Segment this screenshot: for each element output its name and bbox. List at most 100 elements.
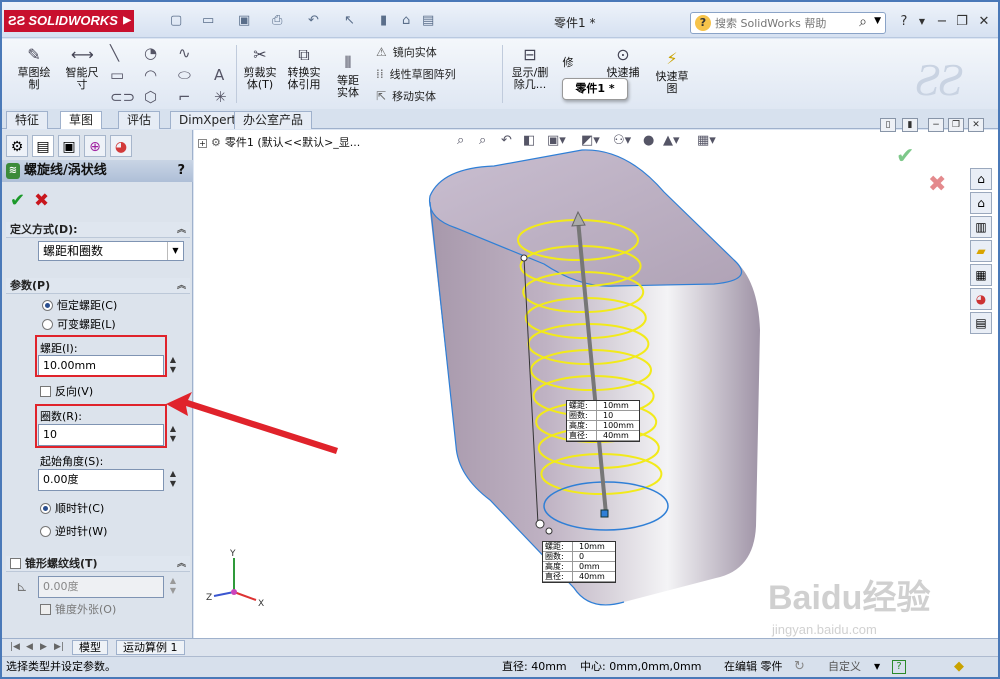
spline-icon[interactable]: ∿: [178, 45, 191, 61]
status-custom[interactable]: 自定义: [828, 657, 861, 677]
print-icon[interactable]: ⎙: [272, 12, 282, 30]
checkbox-icon[interactable]: [10, 558, 21, 569]
collapse-icon: ︽: [176, 559, 186, 569]
reverse-checkbox[interactable]: 反向(V): [40, 385, 93, 399]
tab-sketch[interactable]: 草图: [60, 111, 103, 129]
dimxpert-manager-icon[interactable]: ⊕: [84, 135, 106, 157]
open-folder-icon[interactable]: ▭: [202, 12, 214, 30]
svg-text:ƧƧ: ƧƧ: [916, 54, 963, 105]
sketch-button[interactable]: ✎ 草图绘制: [12, 45, 56, 91]
undo-icon[interactable]: ↶: [308, 12, 319, 30]
callout-label: 直径:: [543, 572, 573, 581]
rebuild-status-icon[interactable]: ↻: [794, 657, 805, 677]
define-by-select[interactable]: 螺距和圈数 ▼: [38, 241, 184, 261]
first-tab-icon[interactable]: |◀: [10, 641, 20, 653]
taper-helix-section-header[interactable]: 锥形螺纹线(T) ︽: [6, 556, 190, 572]
circle-icon[interactable]: ◔: [144, 45, 157, 61]
next-tab-icon[interactable]: ▶: [40, 641, 47, 653]
parameters-section-header[interactable]: 参数(P) ︽: [6, 278, 190, 294]
mirror-icon: ⚠: [376, 45, 387, 59]
minimize-icon[interactable]: −: [932, 12, 952, 32]
graphics-area[interactable]: + ⚙ 零件1 (默认<<默认>_显... ⌕ ⌕ ↶ ◧ ▣▾ ◩▾ ⚇▾ ● ▲…: [194, 118, 998, 638]
feature-manager-icon[interactable]: ⚙: [6, 135, 28, 157]
ellipse-icon[interactable]: ⬭: [178, 67, 191, 83]
coordinate-triad: Y X Z: [206, 549, 264, 609]
chevron-down-icon: ▼: [167, 242, 183, 260]
solidworks-logo[interactable]: ƧƧ SOLIDWORKS ▶: [4, 10, 134, 32]
property-manager: ⚙ ▤ ▣ ⊕ ◕ ≋ 螺旋线/涡状线 ? ✔ ✖ 定义方式(D): ︽ 螺距和圈…: [2, 130, 193, 638]
linear-pattern-button[interactable]: ⁞⁞ 线性草图阵列: [376, 67, 456, 82]
ds-logo-icon: ƧƧ: [8, 13, 26, 28]
configuration-manager-icon[interactable]: ▣: [58, 135, 80, 157]
tab-motion-study[interactable]: 运动算例 1: [116, 640, 185, 655]
counterclockwise-radio[interactable]: 逆时针(W): [40, 525, 107, 539]
status-center: 中心: 0mm,0mm,0mm: [580, 660, 702, 673]
last-tab-icon[interactable]: ▶|: [54, 641, 64, 653]
define-by-section-header[interactable]: 定义方式(D): ︽: [6, 222, 190, 238]
move-icon: ⇱: [376, 89, 387, 103]
point-icon[interactable]: ✳: [214, 89, 227, 105]
tab-model[interactable]: 模型: [72, 640, 108, 655]
line-icon[interactable]: ╲: [110, 45, 119, 61]
tab-evaluate[interactable]: 评估: [118, 111, 161, 129]
callout-label: 螺距:: [543, 542, 573, 551]
help-status-icon[interactable]: ?: [892, 660, 906, 674]
sketch-icon: ✎: [27, 45, 41, 64]
repair-sketch-button[interactable]: 修: [558, 57, 578, 69]
chevron-down-icon[interactable]: ▼: [874, 657, 880, 677]
polygon-icon[interactable]: ⬡: [144, 89, 157, 105]
tab-features[interactable]: 特征: [6, 111, 49, 129]
close-icon[interactable]: ✕: [974, 12, 994, 32]
offset-entities-button[interactable]: ⫴ 等距实体: [328, 53, 368, 99]
move-entities-button[interactable]: ⇱ 移动实体: [376, 89, 436, 104]
chevron-down-icon[interactable]: ▼: [874, 16, 881, 26]
prev-tab-icon[interactable]: ◀: [26, 641, 33, 653]
triad-z-label: Z: [206, 593, 212, 603]
fillet-icon[interactable]: ⌐: [178, 89, 191, 105]
save-icon[interactable]: ▣: [238, 12, 250, 30]
restore-icon[interactable]: ❐: [952, 12, 972, 32]
ok-check-icon[interactable]: ✔: [10, 190, 25, 211]
options-icon[interactable]: ▤: [422, 12, 434, 30]
show-delete-relations-button[interactable]: ⊟ 显示/删除几...: [508, 45, 552, 91]
help-icon[interactable]: ?: [894, 12, 914, 32]
start-angle-spinner[interactable]: ▲ ▼: [168, 469, 178, 491]
slot-icon[interactable]: ⊂⊃: [110, 89, 135, 105]
baidu-watermark-url: jingyan.baidu.com: [772, 622, 877, 637]
new-document-icon[interactable]: ▢: [170, 12, 182, 30]
callout-row: 高度: 100mm: [567, 421, 639, 431]
pitch-spinner[interactable]: ▲ ▼: [168, 355, 178, 377]
cancel-x-icon[interactable]: ✖: [34, 190, 49, 211]
chevron-down-icon[interactable]: ▼: [912, 12, 932, 32]
tab-office-products[interactable]: 办公室产品: [234, 111, 313, 129]
display-manager-icon[interactable]: ◕: [110, 135, 132, 157]
search-icon[interactable]: ⌕: [859, 14, 867, 30]
callout-label: 圈数:: [567, 411, 597, 420]
define-section-label: 定义方式(D):: [10, 223, 78, 236]
quick-snaps-button[interactable]: ⊙ 快速捕: [602, 45, 644, 79]
constant-pitch-radio[interactable]: 恒定螺距(C): [42, 299, 117, 313]
help-button[interactable]: ?: [177, 160, 185, 182]
tag-icon[interactable]: ◆: [954, 657, 964, 677]
select-arrow-icon[interactable]: ↖: [344, 12, 355, 30]
trim-label: 剪裁实体(T): [243, 66, 277, 91]
rapid-sketch-button[interactable]: ⚡ 快速草图: [650, 49, 694, 95]
convert-entities-button[interactable]: ⧉ 转换实体引用: [284, 45, 324, 91]
trim-entities-button[interactable]: ✂ 剪裁实体(T): [240, 45, 280, 91]
file-properties-icon[interactable]: ⌂: [402, 12, 410, 30]
help-search-input[interactable]: [715, 15, 855, 31]
rectangle-icon[interactable]: ▭: [110, 67, 124, 83]
rebuild-icon[interactable]: ▮: [380, 12, 387, 30]
callout-label: 高度:: [567, 421, 597, 430]
collapse-icon: ︽: [176, 225, 186, 235]
help-search-box[interactable]: ? ⌕ ▼: [690, 12, 886, 34]
text-icon[interactable]: A: [214, 67, 224, 83]
start-angle-input[interactable]: 0.00度: [38, 469, 164, 491]
clockwise-radio[interactable]: 顺时针(C): [40, 502, 104, 516]
taper-section-label: 锥形螺纹线(T): [25, 557, 98, 570]
arc-icon[interactable]: ◠: [144, 67, 157, 83]
mirror-entities-button[interactable]: ⚠ 镜向实体: [376, 45, 437, 60]
property-manager-icon[interactable]: ▤: [32, 135, 54, 157]
smart-dimension-button[interactable]: ⟷ 智能尺寸: [60, 45, 104, 91]
variable-pitch-radio[interactable]: 可变螺距(L): [42, 318, 116, 332]
